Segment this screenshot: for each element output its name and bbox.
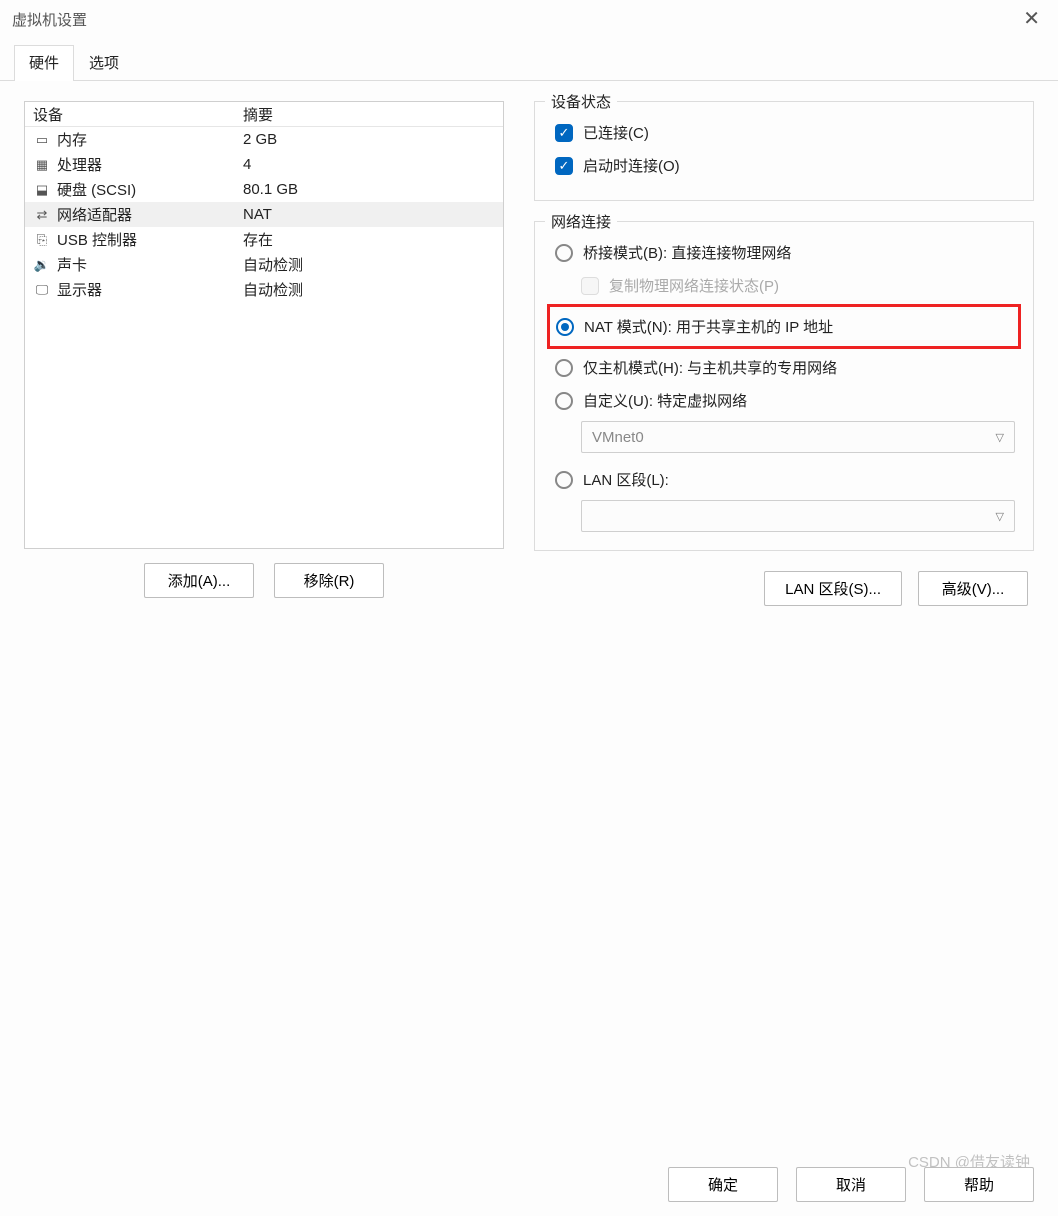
connected-row[interactable]: ✓ 已连接(C): [553, 116, 1015, 149]
right-panel: 设备状态 ✓ 已连接(C) ✓ 启动时连接(O) 网络连接 桥接模式(B): 直…: [534, 101, 1034, 606]
tab-options[interactable]: 选项: [74, 45, 134, 81]
close-icon[interactable]: ✕: [1017, 9, 1046, 29]
left-buttons: 添加(A)... 移除(R): [24, 549, 504, 606]
table-row[interactable]: 🖵 显示器 自动检测: [25, 277, 503, 302]
custom-network-value: VMnet0: [592, 429, 644, 446]
device-name: USB 控制器: [57, 229, 137, 250]
checkbox-connected[interactable]: ✓: [555, 124, 573, 142]
radio-hostonly-row[interactable]: 仅主机模式(H): 与主机共享的专用网络: [553, 351, 1015, 384]
chevron-down-icon: ▽: [996, 431, 1004, 444]
device-summary: 存在: [243, 229, 495, 250]
device-name: 内存: [57, 129, 87, 150]
col-summary-header: 摘要: [243, 104, 495, 125]
connect-on-start-label: 启动时连接(O): [583, 155, 680, 176]
table-row[interactable]: 🔉 声卡 自动检测: [25, 252, 503, 277]
radio-nat-row[interactable]: NAT 模式(N): 用于共享主机的 IP 地址: [554, 310, 1014, 343]
device-name: 硬盘 (SCSI): [57, 179, 136, 200]
device-summary: 自动检测: [243, 279, 495, 300]
connect-on-start-row[interactable]: ✓ 启动时连接(O): [553, 149, 1015, 182]
help-button[interactable]: 帮助: [924, 1167, 1034, 1202]
table-row[interactable]: ⎘ USB 控制器 存在: [25, 227, 503, 252]
footer-buttons: 确定 取消 帮助: [668, 1167, 1034, 1202]
device-name: 显示器: [57, 279, 102, 300]
device-status-group: 设备状态 ✓ 已连接(C) ✓ 启动时连接(O): [534, 101, 1034, 201]
radio-custom-label: 自定义(U): 特定虚拟网络: [583, 390, 747, 411]
table-row[interactable]: ⇄ 网络适配器 NAT: [25, 202, 503, 227]
cancel-button[interactable]: 取消: [796, 1167, 906, 1202]
table-row[interactable]: ▭ 内存 2 GB: [25, 127, 503, 152]
tab-hardware[interactable]: 硬件: [14, 45, 74, 81]
add-button[interactable]: 添加(A)...: [144, 563, 254, 598]
checkbox-connect-on-start[interactable]: ✓: [555, 157, 573, 175]
radio-lan[interactable]: [555, 471, 573, 489]
radio-hostonly-label: 仅主机模式(H): 与主机共享的专用网络: [583, 357, 837, 378]
replicate-row: 复制物理网络连接状态(P): [553, 269, 1015, 302]
display-icon: 🖵: [33, 283, 51, 297]
cpu-icon: ▦: [33, 158, 51, 172]
content: 设备 摘要 ▭ 内存 2 GB ▦ 处理器 4 ⬓ 硬盘 (SCSI) 80.1 GB ⇄ 网络适配…: [0, 81, 1058, 618]
device-summary: 4: [243, 156, 495, 173]
radio-bridged[interactable]: [555, 244, 573, 262]
nat-highlight: NAT 模式(N): 用于共享主机的 IP 地址: [547, 304, 1021, 349]
radio-nat-label: NAT 模式(N): 用于共享主机的 IP 地址: [584, 316, 833, 337]
radio-custom[interactable]: [555, 392, 573, 410]
radio-bridged-label: 桥接模式(B): 直接连接物理网络: [583, 242, 791, 263]
lan-segments-button[interactable]: LAN 区段(S)...: [764, 571, 902, 606]
network-legend: 网络连接: [545, 211, 617, 232]
device-summary: NAT: [243, 206, 495, 223]
window-title: 虚拟机设置: [12, 9, 87, 30]
left-panel: 设备 摘要 ▭ 内存 2 GB ▦ 处理器 4 ⬓ 硬盘 (SCSI) 80.1 GB ⇄ 网络适配…: [24, 101, 504, 606]
device-table: 设备 摘要 ▭ 内存 2 GB ▦ 处理器 4 ⬓ 硬盘 (SCSI) 80.1 GB ⇄ 网络适配…: [24, 101, 504, 549]
custom-network-select: VMnet0 ▽: [581, 421, 1015, 453]
chevron-down-icon: ▽: [996, 510, 1004, 523]
network-icon: ⇄: [33, 208, 51, 222]
radio-lan-row[interactable]: LAN 区段(L):: [553, 463, 1015, 496]
disk-icon: ⬓: [33, 183, 51, 197]
replicate-label: 复制物理网络连接状态(P): [609, 275, 779, 296]
device-summary: 2 GB: [243, 131, 495, 148]
device-name: 网络适配器: [57, 204, 132, 225]
network-connection-group: 网络连接 桥接模式(B): 直接连接物理网络 复制物理网络连接状态(P) NAT…: [534, 221, 1034, 551]
radio-lan-label: LAN 区段(L):: [583, 469, 669, 490]
radio-bridged-row[interactable]: 桥接模式(B): 直接连接物理网络: [553, 236, 1015, 269]
col-device-header: 设备: [33, 104, 243, 125]
memory-icon: ▭: [33, 133, 51, 147]
remove-button[interactable]: 移除(R): [274, 563, 384, 598]
device-name: 处理器: [57, 154, 102, 175]
device-summary: 80.1 GB: [243, 181, 495, 198]
table-row[interactable]: ⬓ 硬盘 (SCSI) 80.1 GB: [25, 177, 503, 202]
device-table-header: 设备 摘要: [25, 102, 503, 127]
table-row[interactable]: ▦ 处理器 4: [25, 152, 503, 177]
titlebar: 虚拟机设置 ✕: [0, 0, 1058, 38]
ok-button[interactable]: 确定: [668, 1167, 778, 1202]
device-name: 声卡: [57, 254, 87, 275]
connected-label: 已连接(C): [583, 122, 649, 143]
lan-segment-select: ▽: [581, 500, 1015, 532]
radio-custom-row[interactable]: 自定义(U): 特定虚拟网络: [553, 384, 1015, 417]
usb-icon: ⎘: [33, 233, 51, 247]
tab-strip: 硬件 选项: [0, 38, 1058, 81]
radio-hostonly[interactable]: [555, 359, 573, 377]
checkbox-replicate: [581, 277, 599, 295]
radio-nat[interactable]: [556, 318, 574, 336]
device-status-legend: 设备状态: [545, 91, 617, 112]
sound-icon: 🔉: [33, 258, 51, 272]
device-summary: 自动检测: [243, 254, 495, 275]
advanced-button[interactable]: 高级(V)...: [918, 571, 1028, 606]
right-buttons: LAN 区段(S)... 高级(V)...: [534, 571, 1034, 606]
